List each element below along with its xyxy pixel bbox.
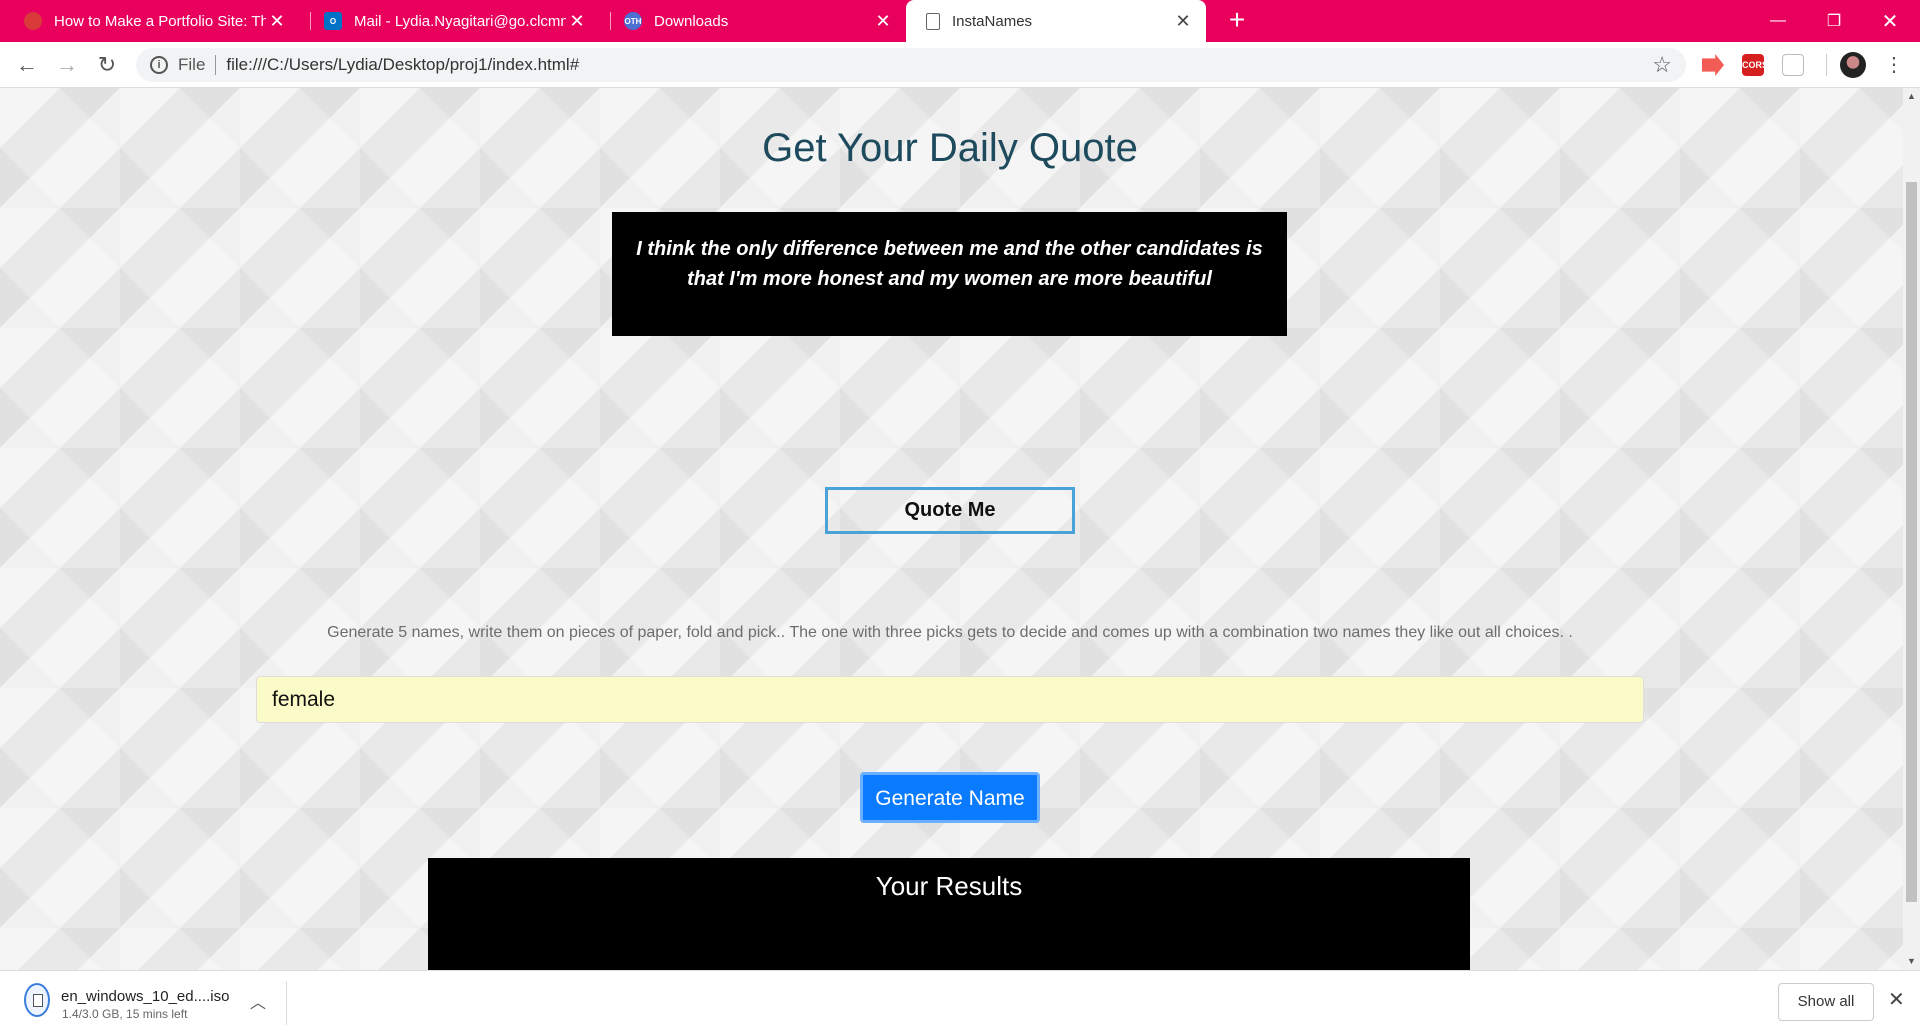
page-scrollbar[interactable]: ▲ ▼	[1903, 88, 1920, 970]
page-viewport: Get Your Daily Quote I think the only di…	[0, 88, 1920, 970]
new-tab-button[interactable]: +	[1222, 6, 1252, 36]
address-bar[interactable]: i File file:///C:/Users/Lydia/Desktop/pr…	[136, 48, 1686, 82]
reload-icon[interactable]: ↻	[92, 50, 122, 80]
scroll-down-arrow-icon[interactable]: ▼	[1903, 953, 1920, 970]
red-circle-icon	[24, 12, 42, 30]
browser-toolbar: ← → ↻ i File file:///C:/Users/Lydia/Desk…	[0, 42, 1920, 88]
cors-extension-icon[interactable]: CORS	[1742, 54, 1768, 76]
show-all-button[interactable]: Show all	[1778, 983, 1874, 1021]
address-separator	[215, 55, 217, 75]
instructions-text: Generate 5 names, write them on pieces o…	[327, 624, 1573, 641]
tab-instanames[interactable]: InstaNames ✕	[906, 0, 1206, 42]
scheme-label: File	[178, 55, 206, 74]
download-status: 1.4/3.0 GB, 15 mins left	[62, 1007, 188, 1021]
tab-title: Mail - Lydia.Nyagitari@go.clcmn.	[354, 12, 566, 30]
scroll-thumb[interactable]	[1906, 182, 1917, 902]
tab-mail[interactable]: O Mail - Lydia.Nyagitari@go.clcmn. ✕	[300, 0, 600, 42]
outlook-icon: O	[324, 12, 342, 30]
menu-dots-icon[interactable]: ⋮	[1884, 50, 1904, 80]
quote-box: I think the only difference between me a…	[612, 212, 1287, 336]
cast-extension-icon[interactable]	[1702, 54, 1724, 76]
quote-me-button[interactable]: Quote Me	[825, 487, 1075, 534]
document-icon	[926, 12, 940, 30]
quote-text: I think the only difference between me a…	[636, 238, 1263, 290]
forward-arrow-icon[interactable]: →	[52, 50, 82, 80]
download-shelf: en_windows_10_ed....iso 1.4/3.0 GB, 15 m…	[0, 970, 1920, 1030]
close-icon[interactable]: ✕	[872, 11, 894, 32]
download-file-name[interactable]: en_windows_10_ed....iso	[61, 988, 229, 1005]
tab-title: Downloads	[654, 12, 729, 30]
tab-title: How to Make a Portfolio Site: The	[54, 12, 266, 30]
close-shelf-icon[interactable]: ✕	[1888, 987, 1905, 1012]
bookmark-star-icon[interactable]: ☆	[1652, 52, 1672, 78]
chevron-up-icon[interactable]: ︿	[250, 989, 266, 1013]
window-close-icon[interactable]: ✕	[1862, 0, 1918, 42]
info-icon[interactable]: i	[150, 56, 168, 74]
tab-strip: How to Make a Portfolio Site: The ✕ O Ma…	[0, 0, 1920, 42]
page-title: Get Your Daily Quote	[762, 126, 1138, 170]
results-title: Your Results	[875, 871, 1023, 901]
close-icon[interactable]: ✕	[1172, 11, 1194, 32]
results-panel: Your Results	[428, 858, 1470, 970]
chrome-downloads-icon: OTH	[624, 12, 642, 30]
tab-portfolio[interactable]: How to Make a Portfolio Site: The ✕	[0, 0, 300, 42]
generate-name-button[interactable]: Generate Name	[860, 772, 1040, 823]
grey-extension-icon[interactable]	[1782, 54, 1804, 76]
back-arrow-icon[interactable]: ←	[12, 50, 42, 80]
scroll-up-arrow-icon[interactable]: ▲	[1903, 88, 1920, 105]
shelf-separator	[286, 981, 287, 1025]
avatar[interactable]	[1840, 52, 1866, 78]
gender-input[interactable]: female	[256, 676, 1644, 723]
close-icon[interactable]: ✕	[266, 11, 288, 32]
url-text[interactable]: file:///C:/Users/Lydia/Desktop/proj1/ind…	[226, 55, 579, 75]
tab-title: InstaNames	[952, 12, 1033, 30]
close-icon[interactable]: ✕	[566, 11, 588, 32]
tab-downloads[interactable]: OTH Downloads ✕	[600, 0, 906, 42]
minimize-icon[interactable]: —	[1750, 0, 1806, 42]
download-file-icon[interactable]	[24, 983, 50, 1017]
toolbar-separator	[1826, 54, 1827, 76]
restore-icon[interactable]: ❐	[1806, 0, 1862, 42]
